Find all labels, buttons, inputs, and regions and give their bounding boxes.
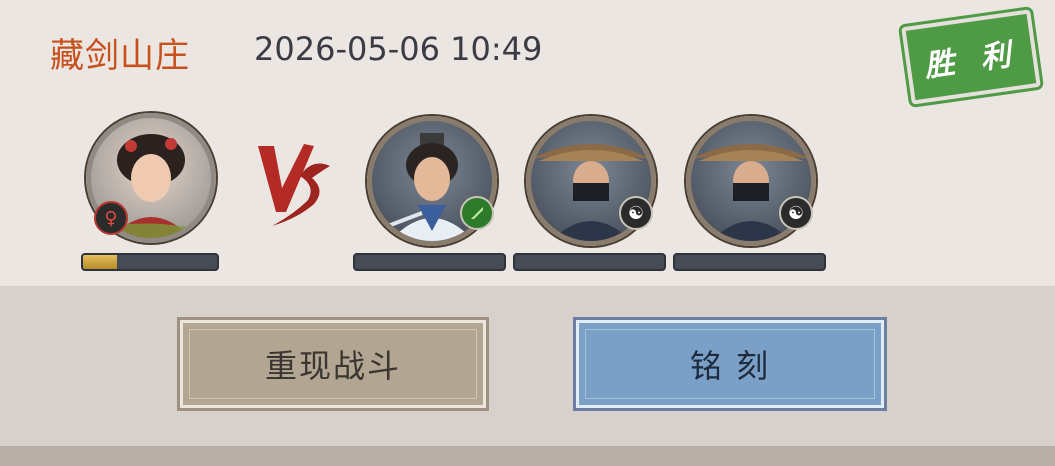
battle-timestamp: 2026-05-06 10:49 <box>254 30 543 68</box>
enemy-3-hp-bar <box>673 253 826 271</box>
engrave-button-frame <box>585 329 875 399</box>
location-title: 藏剑山庄 <box>50 36 190 76</box>
victory-stamp-text: 胜 利 <box>922 36 1021 85</box>
enemy-2-hp-bar <box>513 253 666 271</box>
yin-yang-icon-2: ☯ <box>619 196 653 230</box>
enemy-1-hp-bar <box>353 253 506 271</box>
vs-icon <box>258 144 330 226</box>
action-area <box>0 286 1055 446</box>
replay-battle-button[interactable]: 重现战斗 <box>177 317 489 411</box>
green-blade-icon <box>460 196 494 230</box>
yin-yang-icon-3: ☯ <box>779 196 813 230</box>
female-symbol-icon: ♀ <box>94 201 128 235</box>
player-hero-hp-bar <box>81 253 219 271</box>
replay-button-frame <box>189 329 477 399</box>
player-hero-hp-fill <box>83 255 117 269</box>
engrave-button[interactable]: 铭 刻 <box>573 317 887 411</box>
